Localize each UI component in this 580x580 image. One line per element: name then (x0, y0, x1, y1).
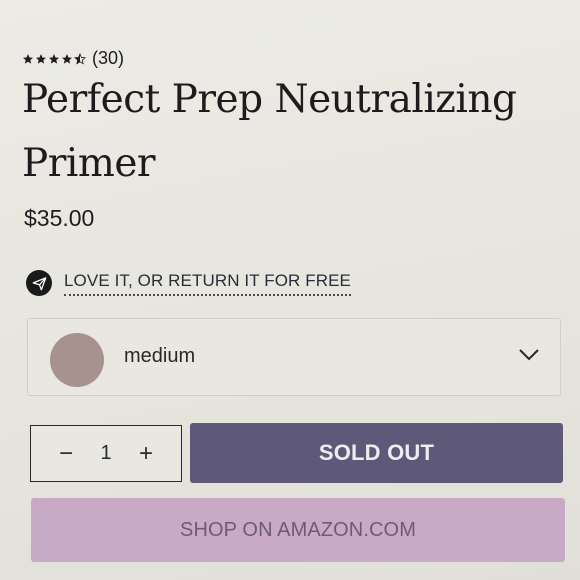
return-guarantee[interactable]: LOVE IT, OR RETURN IT FOR FREE (26, 270, 351, 296)
star-icon (49, 53, 59, 64)
quantity-value[interactable]: 1 (100, 442, 111, 465)
shop-on-amazon-button[interactable]: SHOP ON AMAZON.COM (31, 498, 565, 562)
shade-swatch (50, 333, 104, 387)
rating-stars (22, 52, 86, 65)
shade-dropdown[interactable]: medium (27, 318, 561, 396)
shade-selected-value: medium (124, 345, 196, 367)
quantity-increase-button[interactable]: + (139, 441, 153, 466)
product-page: (30) Perfect Prep Neutralizing Primer $3… (0, 0, 580, 580)
paper-plane-icon (26, 270, 52, 296)
quantity-decrease-button[interactable]: − (59, 441, 73, 466)
product-rating[interactable]: (30) (22, 48, 124, 69)
star-icon (36, 53, 46, 64)
return-guarantee-link[interactable]: LOVE IT, OR RETURN IT FOR FREE (64, 271, 351, 296)
product-title: Perfect Prep Neutralizing Primer (22, 77, 517, 186)
rating-count[interactable]: (30) (92, 48, 124, 69)
star-icon (62, 53, 72, 64)
star-icon (23, 53, 33, 64)
quantity-stepper: − 1 + (30, 425, 182, 482)
chevron-down-icon[interactable] (518, 347, 540, 363)
sold-out-button[interactable]: SOLD OUT (190, 423, 563, 483)
half-star-icon (74, 52, 86, 64)
product-price: $35.00 (24, 205, 95, 231)
